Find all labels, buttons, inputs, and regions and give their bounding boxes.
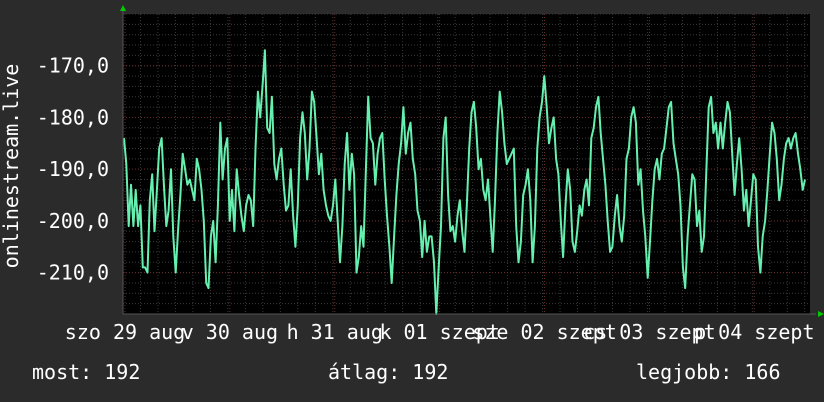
y-tick-label: -180,0 [37,105,109,129]
y-tick-label: -210,0 [37,261,109,285]
best-value-label: legjobb: 166 [636,360,781,384]
y-axis-label: onlinestream.live [0,64,23,269]
x-tick-label: p 04 szept [694,320,814,344]
line-chart: -170,0 -180,0 -190,0 -200,0 -210,0 szo 29 aug… [0,5,824,344]
x-axis-arrow-icon [818,311,824,317]
average-value-label: átlag: 192 [328,360,449,384]
x-tick-label: v 30 aug [182,320,278,344]
current-value-label: most: 192 [32,360,141,384]
x-tick-label: h 31 aug [287,320,383,344]
chart-panel: -170,0 -180,0 -190,0 -200,0 -210,0 szo 29 aug… [0,0,824,402]
y-axis-arrow-icon [120,5,126,11]
x-tick-label: szo 29 aug [65,320,185,344]
y-tick-label: -200,0 [37,209,109,233]
y-tick-label: -170,0 [37,54,109,78]
y-tick-label: -190,0 [37,157,109,181]
